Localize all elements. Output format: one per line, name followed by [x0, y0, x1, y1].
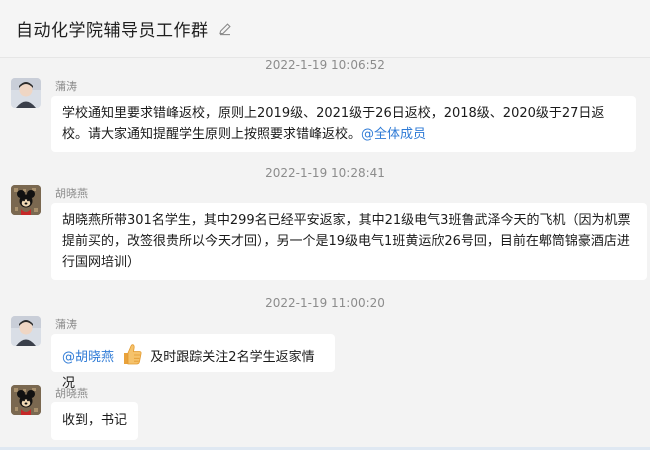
chat-header: 自动化学院辅导员工作群 — [0, 0, 650, 58]
mention-link[interactable]: @胡晓燕 — [62, 350, 114, 365]
message-list[interactable]: 2022-1-19 10:06:52 蒲涛 学校通知里要求错峰返校，原则上201… — [0, 58, 650, 450]
thumbs-up-icon — [120, 342, 144, 373]
message-text: 收到，书记 — [62, 413, 128, 428]
avatar[interactable] — [11, 316, 41, 346]
sender-name: 胡晓燕 — [55, 387, 88, 400]
sender-name: 蒲涛 — [55, 318, 77, 331]
message-bubble: 学校通知里要求错峰返校，原则上2019级、2021级于26日返校，2018级、2… — [51, 96, 636, 152]
avatar[interactable] — [11, 78, 41, 108]
message-timestamp: 2022-1-19 10:06:52 — [265, 58, 385, 72]
message-bubble: 胡晓燕所带301名学生，其中299名已经平安返家，其中21级电气3班鲁武泽今天的… — [51, 203, 647, 280]
mention-link[interactable]: @全体成员 — [361, 127, 426, 142]
group-title: 自动化学院辅导员工作群 — [16, 21, 209, 41]
avatar[interactable] — [11, 185, 41, 215]
avatar[interactable] — [11, 385, 41, 415]
message-bubble: 收到，书记 — [51, 402, 138, 440]
message-text: 学校通知里要求错峰返校，原则上2019级、2021级于26日返校，2018级、2… — [62, 106, 605, 142]
message-timestamp: 2022-1-19 10:28:41 — [265, 166, 385, 180]
sender-name: 胡晓燕 — [55, 187, 88, 200]
sender-name: 蒲涛 — [55, 80, 77, 93]
message-text: 胡晓燕所带301名学生，其中299名已经平安返家，其中21级电气3班鲁武泽今天的… — [62, 213, 631, 270]
message-timestamp: 2022-1-19 11:00:20 — [265, 296, 385, 310]
message-bubble: @胡晓燕 及时跟踪关注2名学生返家情况 — [51, 334, 335, 391]
pencil-icon[interactable] — [217, 21, 233, 37]
